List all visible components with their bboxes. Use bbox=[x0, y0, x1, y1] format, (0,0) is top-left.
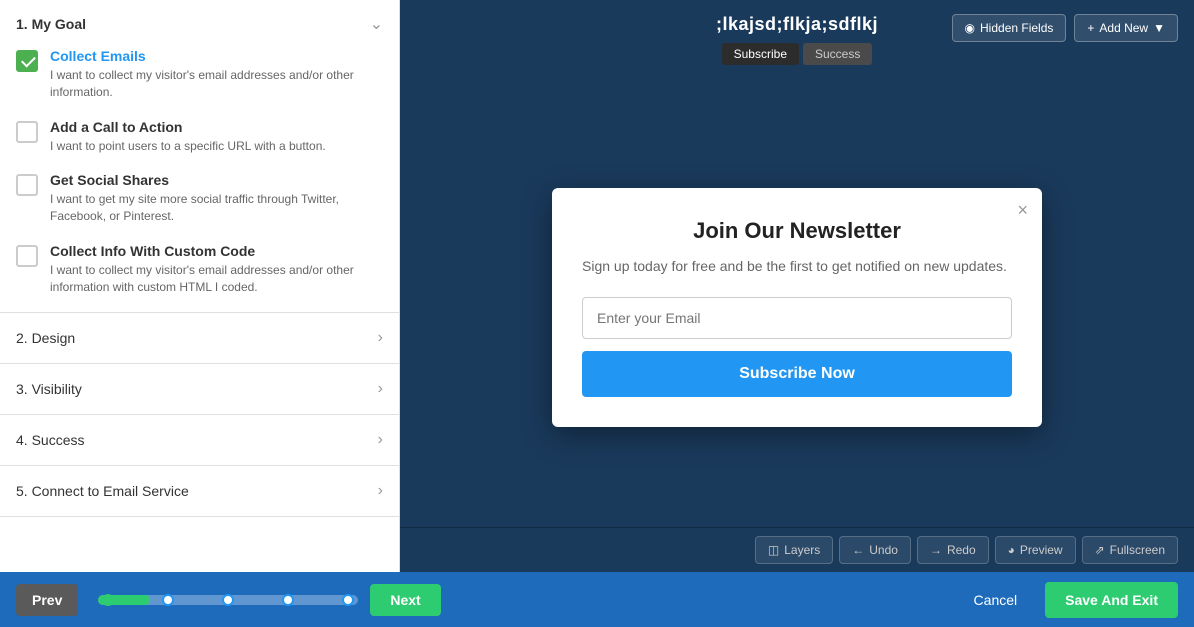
progress-dot-5 bbox=[342, 594, 354, 606]
eye-icon: ◉ bbox=[965, 21, 975, 35]
tab-subscribe[interactable]: Subscribe bbox=[722, 43, 799, 65]
goal-desc-custom-code: I want to collect my visitor's email add… bbox=[50, 262, 383, 296]
fullscreen-icon: ⇗ bbox=[1095, 543, 1105, 557]
goal-title-call-to-action: Add a Call to Action bbox=[50, 119, 326, 135]
goal-desc-call-to-action: I want to point users to a specific URL … bbox=[50, 138, 326, 155]
sidebar-section-goal-title: 1. My Goal bbox=[16, 16, 86, 32]
sidebar-section-goal-header[interactable]: 1. My Goal ⌄ bbox=[0, 0, 399, 48]
modal-title: Join Our Newsletter bbox=[582, 218, 1012, 244]
sidebar-section-email-service[interactable]: 5. Connect to Email Service › bbox=[0, 466, 399, 517]
undo-button[interactable]: ← Undo bbox=[839, 536, 911, 564]
redo-icon: → bbox=[930, 543, 942, 557]
prev-button[interactable]: Prev bbox=[16, 584, 78, 616]
goal-title-custom-code: Collect Info With Custom Code bbox=[50, 243, 383, 259]
goal-checkbox-call-to-action bbox=[16, 121, 38, 143]
layers-button[interactable]: ◫ Layers bbox=[755, 536, 833, 564]
modal-container: × Join Our Newsletter Sign up today for … bbox=[400, 87, 1194, 527]
redo-button[interactable]: → Redo bbox=[917, 536, 989, 564]
tab-success[interactable]: Success bbox=[803, 43, 872, 65]
save-exit-button[interactable]: Save And Exit bbox=[1045, 582, 1178, 618]
modal-close-button[interactable]: × bbox=[1017, 200, 1028, 221]
subscribe-button[interactable]: Subscribe Now bbox=[582, 351, 1012, 397]
preview-tabs: Subscribe Success bbox=[722, 43, 873, 65]
chevron-right-icon-email-service: › bbox=[378, 482, 383, 500]
next-button[interactable]: Next bbox=[370, 584, 440, 616]
sidebar-section-visibility-label: 3. Visibility bbox=[16, 381, 82, 397]
goal-item-social-shares[interactable]: Get Social Shares I want to get my site … bbox=[16, 172, 383, 225]
goal-checkbox-custom-code bbox=[16, 245, 38, 267]
goal-title-social-shares: Get Social Shares bbox=[50, 172, 383, 188]
cancel-button[interactable]: Cancel bbox=[958, 584, 1034, 616]
hidden-fields-button[interactable]: ◉ Hidden Fields bbox=[952, 14, 1067, 42]
sidebar-section-success-label: 4. Success bbox=[16, 432, 84, 448]
bottom-nav: Prev Next Cancel Save And Exit bbox=[0, 572, 1194, 627]
progress-dot-2 bbox=[162, 594, 174, 606]
sidebar-section-visibility[interactable]: 3. Visibility › bbox=[0, 364, 399, 415]
sidebar-section-design[interactable]: 2. Design › bbox=[0, 313, 399, 364]
sidebar-section-goal: 1. My Goal ⌄ Collect Emails I want to co… bbox=[0, 0, 399, 313]
goal-checkbox-social-shares bbox=[16, 174, 38, 196]
goal-desc-social-shares: I want to get my site more social traffi… bbox=[50, 191, 383, 225]
goal-item-custom-code[interactable]: Collect Info With Custom Code I want to … bbox=[16, 243, 383, 296]
modal: × Join Our Newsletter Sign up today for … bbox=[552, 188, 1042, 427]
chevron-down-icon: ⌄ bbox=[370, 14, 383, 34]
plus-icon: + bbox=[1087, 21, 1094, 35]
chevron-right-icon-visibility: › bbox=[378, 380, 383, 398]
sidebar: 1. My Goal ⌄ Collect Emails I want to co… bbox=[0, 0, 400, 572]
chevron-down-icon-addnew: ▼ bbox=[1153, 21, 1165, 35]
goal-item-call-to-action[interactable]: Add a Call to Action I want to point use… bbox=[16, 119, 383, 155]
modal-subtitle: Sign up today for free and be the first … bbox=[582, 256, 1012, 277]
add-new-button[interactable]: + Add New ▼ bbox=[1074, 14, 1178, 42]
preview-actions: ◉ Hidden Fields + Add New ▼ bbox=[952, 14, 1178, 42]
progress-dot-4 bbox=[282, 594, 294, 606]
bottom-toolbar: ◫ Layers ← Undo → Redo ◕ Preview ⇗ Fulls… bbox=[400, 527, 1194, 572]
progress-dot-1 bbox=[102, 594, 114, 606]
preview-title: ;lkajsd;flkja;sdflkj bbox=[716, 14, 878, 35]
email-input[interactable] bbox=[582, 297, 1012, 339]
goal-items-container: Collect Emails I want to collect my visi… bbox=[0, 48, 399, 312]
goal-desc-collect-emails: I want to collect my visitor's email add… bbox=[50, 67, 383, 101]
fullscreen-button[interactable]: ⇗ Fullscreen bbox=[1082, 536, 1178, 564]
goal-title-collect-emails: Collect Emails bbox=[50, 48, 383, 64]
sidebar-section-design-label: 2. Design bbox=[16, 330, 75, 346]
undo-icon: ← bbox=[852, 543, 864, 557]
sidebar-section-success[interactable]: 4. Success › bbox=[0, 415, 399, 466]
sidebar-section-email-service-label: 5. Connect to Email Service bbox=[16, 483, 189, 499]
chevron-right-icon-design: › bbox=[378, 329, 383, 347]
layers-icon: ◫ bbox=[768, 543, 779, 557]
preview-icon: ◕ bbox=[1008, 543, 1015, 557]
preview-button[interactable]: ◕ Preview bbox=[995, 536, 1076, 564]
goal-item-collect-emails[interactable]: Collect Emails I want to collect my visi… bbox=[16, 48, 383, 101]
progress-track bbox=[98, 595, 358, 605]
chevron-right-icon-success: › bbox=[378, 431, 383, 449]
preview-area: ;lkajsd;flkja;sdflkj Subscribe Success ◉… bbox=[400, 0, 1194, 572]
progress-dot-3 bbox=[222, 594, 234, 606]
goal-checkbox-collect-emails bbox=[16, 50, 38, 72]
progress-dots bbox=[98, 594, 358, 606]
